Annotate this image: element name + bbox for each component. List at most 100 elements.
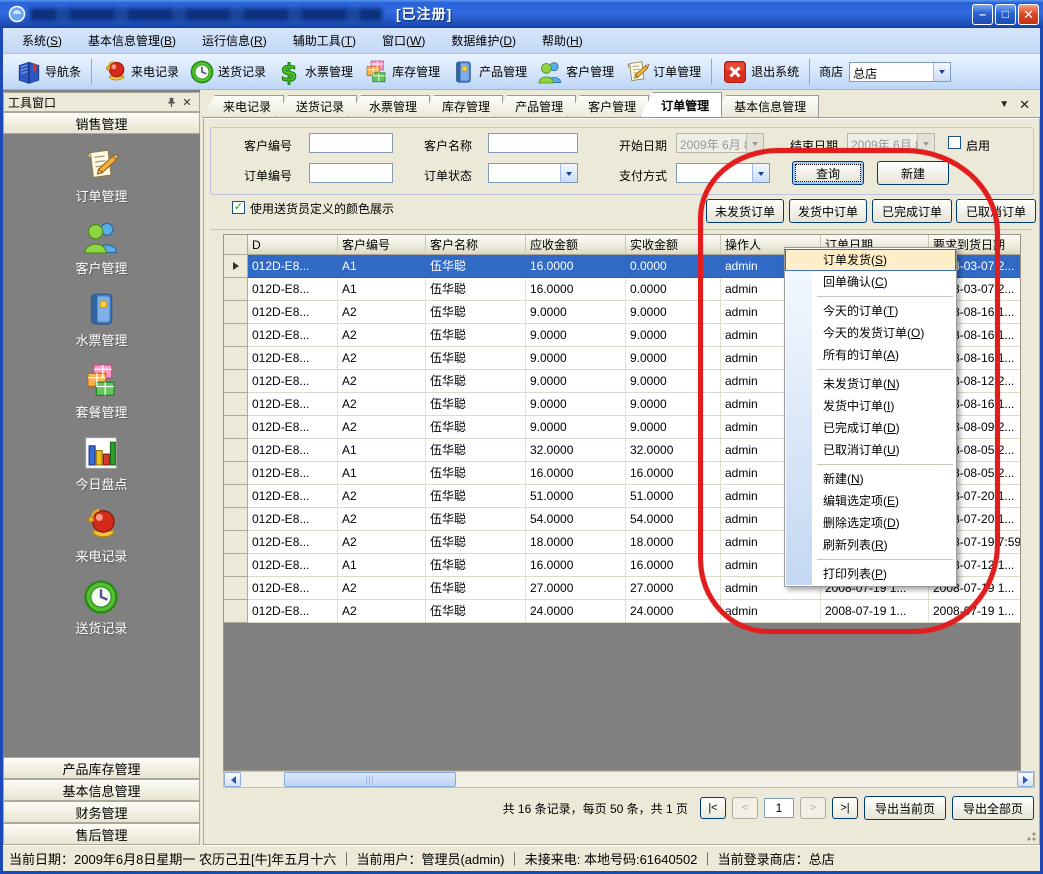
prev-page-button[interactable]: < [732,797,758,819]
pin-icon[interactable] [163,95,179,109]
maximize-button[interactable]: □ [995,4,1016,25]
context-menu-item-order-ship[interactable]: 订单发货(S) [785,249,956,271]
sidebar-item-today-check[interactable]: 今日盘点 [75,434,127,493]
menubar-item-help[interactable]: 帮助(H) [529,29,596,53]
toolbar-button-product[interactable]: 产品管理 [445,57,532,87]
context-menu-item-all-orders[interactable]: 所有的订单(A) [785,344,956,366]
row-selector-cell[interactable] [224,485,248,508]
column-header-receivable[interactable]: 应收金额 [526,235,626,255]
context-menu-item-cancelled-orders[interactable]: 已取消订单(U) [785,439,956,461]
sidebar-item-delivery-records[interactable]: 送货记录 [75,578,127,637]
status-filter-button-2[interactable]: 已完成订单 [872,199,952,223]
row-selector-cell[interactable] [224,554,248,577]
close-button[interactable]: ✕ [1018,4,1039,25]
menubar-item-runtime-info[interactable]: 运行信息(R) [189,29,280,53]
context-menu-item-receipt-confirm[interactable]: 回单确认(C) [785,271,956,293]
column-header-customer_name[interactable]: 客户名称 [426,235,526,255]
context-menu-item-completed-orders[interactable]: 已完成订单(D) [785,417,956,439]
menubar-item-data-maintenance[interactable]: 数据维护(D) [438,29,529,53]
menubar-item-window[interactable]: 窗口(W) [369,29,438,53]
minimize-button[interactable]: – [972,4,993,25]
delivery-color-checkbox[interactable]: ✓ [232,201,245,214]
order-status-select[interactable] [488,163,578,183]
scroll-right-icon[interactable] [1017,772,1034,787]
sidebar-item-order[interactable]: 订单管理 [75,146,127,205]
tab-basic-info[interactable]: 基本信息管理 [713,95,819,117]
menubar-item-basic-info[interactable]: 基本信息管理(B) [75,29,189,53]
export-all-pages-button[interactable]: 导出全部页 [952,796,1034,820]
start-date-picker[interactable]: 2009年 6月 8日 [676,133,764,153]
next-page-button[interactable]: > [800,797,826,819]
resize-grip[interactable] [1023,828,1036,841]
column-header-received[interactable]: 实收金额 [626,235,721,255]
row-selector-cell[interactable] [224,508,248,531]
context-menu-item-print-list[interactable]: 打印列表(P) [785,563,956,585]
status-filter-button-3[interactable]: 已取消订单 [956,199,1036,223]
sidebar-item-water-ticket[interactable]: 水票管理 [75,290,127,349]
table-row[interactable]: 012D-E8...A2伍华聪24.000024.0000admin2008-0… [224,600,1021,623]
tab-inventory[interactable]: 库存管理 [421,95,503,117]
toolbar-button-inventory[interactable]: 库存管理 [358,57,445,87]
chevron-down-icon[interactable] [933,63,950,81]
row-selector-cell[interactable] [224,324,248,347]
shop-select[interactable]: 总店 [849,62,951,82]
menubar-item-system[interactable]: 系统(S) [9,29,75,53]
context-menu-item-today-orders[interactable]: 今天的订单(T) [785,300,956,322]
tab-close-icon[interactable]: ✕ [1019,98,1030,111]
horizontal-scrollbar[interactable] [223,771,1035,788]
toolbar-button-delivery-records[interactable]: 送货记录 [184,57,271,87]
tool-window-close-icon[interactable]: ✕ [179,95,195,109]
scroll-left-icon[interactable] [224,772,241,787]
tab-customer[interactable]: 客户管理 [567,95,649,117]
toolbar-button-call-records[interactable]: 来电记录 [97,57,184,87]
row-selector-cell[interactable] [224,370,248,393]
toolbar-button-customer[interactable]: 客户管理 [532,57,619,87]
sidebar-group-1[interactable]: 基本信息管理 [3,779,200,801]
sidebar-group-0[interactable]: 产品库存管理 [3,757,200,779]
row-selector-cell[interactable] [224,301,248,324]
tab-order[interactable]: 订单管理 [640,92,722,117]
sidebar-group-sales[interactable]: 销售管理 [3,112,200,134]
first-page-button[interactable]: |< [700,797,726,819]
toolbar-button-water-ticket[interactable]: $水票管理 [271,57,358,87]
customer-no-input[interactable] [309,133,393,153]
tab-list-dropdown-icon[interactable]: ▼ [999,100,1009,110]
query-button[interactable]: 查询 [792,161,864,185]
status-filter-button-0[interactable]: 未发货订单 [706,199,784,223]
tab-product[interactable]: 产品管理 [494,95,576,117]
row-selector-cell[interactable] [224,600,248,623]
toolbar-button-exit[interactable]: 退出系统 [717,57,804,87]
row-selector-cell[interactable] [224,416,248,439]
row-selector-cell[interactable] [224,393,248,416]
row-selector-cell[interactable] [224,462,248,485]
sidebar-item-call-records[interactable]: 来电记录 [75,506,127,565]
sidebar-group-3[interactable]: 售后管理 [3,823,200,845]
customer-name-input[interactable] [488,133,578,153]
context-menu-item-edit-selected[interactable]: 编辑选定项(E) [785,490,956,512]
row-selector-cell[interactable] [224,347,248,370]
context-menu-item-delete-selected[interactable]: 删除选定项(D) [785,512,956,534]
context-menu-item-refresh-list[interactable]: 刷新列表(R) [785,534,956,556]
order-no-input[interactable] [309,163,393,183]
scrollbar-thumb[interactable] [284,772,456,787]
row-selector-cell[interactable] [224,531,248,554]
last-page-button[interactable]: >| [832,797,858,819]
context-menu-item-shipping-orders[interactable]: 发货中订单(I) [785,395,956,417]
context-menu-item-unshipped-orders[interactable]: 未发货订单(N) [785,373,956,395]
column-header-customer_no[interactable]: 客户编号 [338,235,426,255]
row-selector-cell[interactable] [224,278,248,301]
toolbar-button-nav-bar[interactable]: 导航条 [11,57,86,87]
status-filter-button-1[interactable]: 发货中订单 [789,199,867,223]
page-number-input[interactable] [764,798,794,818]
column-header-id[interactable]: D [248,235,338,255]
enable-checkbox[interactable] [948,136,961,149]
pay-method-select[interactable] [676,163,770,183]
sidebar-item-package[interactable]: 套餐管理 [75,362,127,421]
tab-water-ticket[interactable]: 水票管理 [348,95,430,117]
toolbar-button-order[interactable]: 订单管理 [619,57,706,87]
chevron-down-icon[interactable] [560,164,577,182]
tab-delivery-records[interactable]: 送货记录 [275,95,357,117]
context-menu-item-today-shipped-orders[interactable]: 今天的发货订单(O) [785,322,956,344]
row-selector-cell[interactable] [224,255,248,278]
end-date-picker[interactable]: 2009年 6月 8日 [847,133,935,153]
